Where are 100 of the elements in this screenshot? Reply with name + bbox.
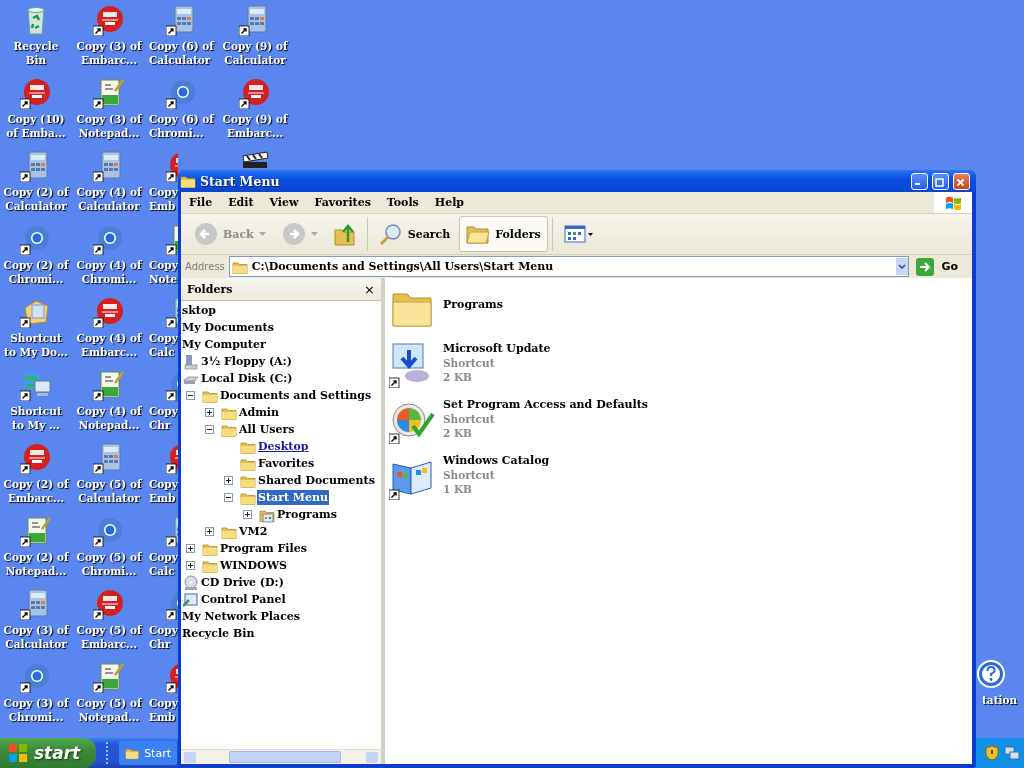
desktop-shortcut[interactable]: Copy (9) of Calculator	[219, 2, 291, 75]
desktop-shortcut[interactable]: Copy (4) of Notepad...	[73, 367, 145, 440]
tree-item[interactable]: Recycle Bin	[181, 626, 256, 641]
desktop-shortcut[interactable]: Copy (6) of Chromi...	[146, 75, 218, 148]
icon-label: Copy (4) of Calculator	[75, 185, 143, 213]
icon-label: Copy (3) of Embarc...	[75, 39, 143, 67]
expand-toggle[interactable]	[224, 476, 233, 485]
desktop-shortcut[interactable]: tation	[979, 656, 1024, 707]
dropdown-button[interactable]	[896, 258, 909, 275]
menu-item[interactable]: File	[181, 196, 221, 209]
icon-label: Shortcut to My Do...	[3, 331, 69, 359]
menu-item[interactable]: View	[261, 196, 307, 209]
tree-item[interactable]: Documents and Settings	[219, 388, 373, 403]
collapse-toggle[interactable]	[186, 391, 195, 400]
desktop-shortcut[interactable]: Copy (5) of Notepad...	[73, 659, 145, 732]
desktop-shortcut[interactable]: Copy (2) of Embarc...	[0, 440, 72, 513]
desktop-shortcut[interactable]: Copy (4) of Calculator	[73, 148, 145, 221]
file-tile[interactable]: Programs	[389, 284, 972, 336]
desktop-shortcut[interactable]: Copy (3) of Calculator	[0, 586, 72, 659]
tree-item[interactable]: 3½ Floppy (A:)	[200, 354, 293, 369]
minimize-button[interactable]	[911, 172, 928, 190]
file-type: Shortcut	[443, 468, 496, 482]
tree-item[interactable]: Desktop	[257, 439, 310, 454]
tree-item[interactable]: WINDOWS	[219, 558, 288, 573]
desktop-shortcut[interactable]: Recycle Bin	[0, 2, 72, 75]
taskbar-button[interactable]: Start	[119, 741, 177, 765]
search-button[interactable]: Search	[371, 216, 458, 252]
tree-item[interactable]: CD Drive (D:)	[200, 575, 285, 590]
close-button[interactable]	[953, 172, 970, 190]
desktop-shortcut[interactable]: Copy (5) of Chromi...	[73, 513, 145, 586]
desktop-shortcut[interactable]: Copy (3) of Chromi...	[0, 659, 72, 732]
expand-toggle[interactable]	[205, 527, 214, 536]
desktop-shortcut[interactable]: Copy (2) of Calculator	[0, 148, 72, 221]
desktop-shortcut[interactable]: Copy (2) of Chromi...	[0, 221, 72, 294]
pane-title: Folders	[187, 282, 233, 296]
tree-item[interactable]: Local Disk (C:)	[200, 371, 294, 386]
file-tile[interactable]: Set Program Access and Defaults Shortcut 2 KB	[389, 396, 972, 448]
desktop-shortcut[interactable]: Copy (2) of Notepad...	[0, 513, 72, 586]
desktop-shortcut[interactable]: Copy (10) of Emba...	[0, 75, 72, 148]
tree-item[interactable]: Admin	[238, 405, 281, 420]
menu-item[interactable]: Help	[426, 196, 473, 209]
shield-icon[interactable]	[984, 745, 1000, 761]
caret-icon	[898, 263, 907, 270]
expand-toggle[interactable]	[186, 544, 195, 553]
desktop-shortcut[interactable]: Copy (5) of Embarc...	[73, 586, 145, 659]
browser-icon	[93, 515, 125, 547]
file-tile[interactable]: Windows Catalog Shortcut 1 KB	[389, 452, 972, 504]
notepad-icon	[93, 369, 125, 401]
tree-item[interactable]: sktop	[181, 303, 217, 318]
icon-label: Copy (2) of Embarc...	[2, 477, 70, 505]
icon-label: tation	[981, 693, 1019, 707]
tree-item[interactable]: My Network Places	[181, 609, 302, 624]
address-field[interactable]: C:\Documents and Settings\All Users\Start Menu	[228, 256, 910, 277]
horizontal-scrollbar[interactable]	[181, 749, 381, 764]
desktop-shortcut[interactable]: Copy (4) of Embarc...	[73, 294, 145, 367]
expand-toggle[interactable]	[243, 510, 252, 519]
tree-item[interactable]: Favorites	[257, 456, 316, 471]
desktop-shortcut[interactable]: Copy (3) of Notepad...	[73, 75, 145, 148]
tree-item[interactable]: Program Files	[219, 541, 308, 556]
tree-item[interactable]: Start Menu	[257, 490, 330, 505]
collapse-toggle[interactable]	[205, 425, 214, 434]
desktop-shortcut[interactable]: Copy (5) of Calculator	[73, 440, 145, 513]
close-pane-button[interactable]: ×	[364, 282, 375, 296]
network-icon[interactable]	[1004, 745, 1020, 761]
icon-label: Copy (5) of Notepad...	[75, 696, 143, 724]
tree-item[interactable]: VM2	[238, 524, 269, 539]
icon-label: Copy Chr	[148, 623, 178, 651]
desktop-shortcut[interactable]: Copy Calc	[146, 294, 178, 367]
minimize-icon	[915, 182, 920, 185]
plus-icon	[206, 409, 213, 416]
start-button[interactable]: start	[0, 738, 96, 768]
expand-toggle[interactable]	[186, 561, 195, 570]
expand-toggle[interactable]	[205, 408, 214, 417]
desktop-shortcut[interactable]: Copy (6) of Calculator	[146, 2, 218, 75]
menu-item[interactable]: Edit	[220, 196, 262, 209]
tree-item[interactable]: Control Panel	[200, 592, 287, 607]
icon-label: Copy (6) of Chromi...	[148, 112, 216, 140]
collapse-toggle[interactable]	[224, 493, 233, 502]
desktop-shortcut[interactable]: Copy (9) of Embarc...	[219, 75, 291, 148]
desktop-shortcut[interactable]: Shortcut to My Do...	[0, 294, 72, 367]
folders-button[interactable]: Folders	[459, 216, 548, 252]
desktop-shortcut[interactable]: Shortcut to My ...	[0, 367, 72, 440]
file-tile[interactable]: Microsoft Update Shortcut 2 KB	[389, 340, 972, 392]
menu-item[interactable]: Tools	[378, 196, 427, 209]
tree-item[interactable]: All Users	[238, 422, 296, 437]
maximize-button[interactable]	[932, 172, 949, 190]
icon-label: Copy (3) of Calculator	[2, 623, 70, 651]
desktop-shortcut[interactable]: Copy (4) of Chromi...	[73, 221, 145, 294]
menu-item[interactable]: Favorites	[306, 196, 379, 209]
tree-item[interactable]: My Documents	[181, 320, 275, 335]
go-button[interactable]: Go	[913, 256, 968, 277]
tree-item[interactable]: Shared Documents	[257, 473, 376, 488]
minus-icon	[187, 392, 194, 399]
tree-item[interactable]: Programs	[276, 507, 338, 522]
desktop-shortcut[interactable]: Copy Calc	[146, 513, 178, 586]
file-name: Set Program Access and Defaults	[443, 398, 648, 412]
tree-item[interactable]: My Computer	[181, 337, 267, 352]
globe-computer-icon	[20, 369, 52, 401]
desktop-shortcut[interactable]: Copy (3) of Embarc...	[73, 2, 145, 75]
icon-label: Copy (5) of Chromi...	[75, 550, 143, 578]
